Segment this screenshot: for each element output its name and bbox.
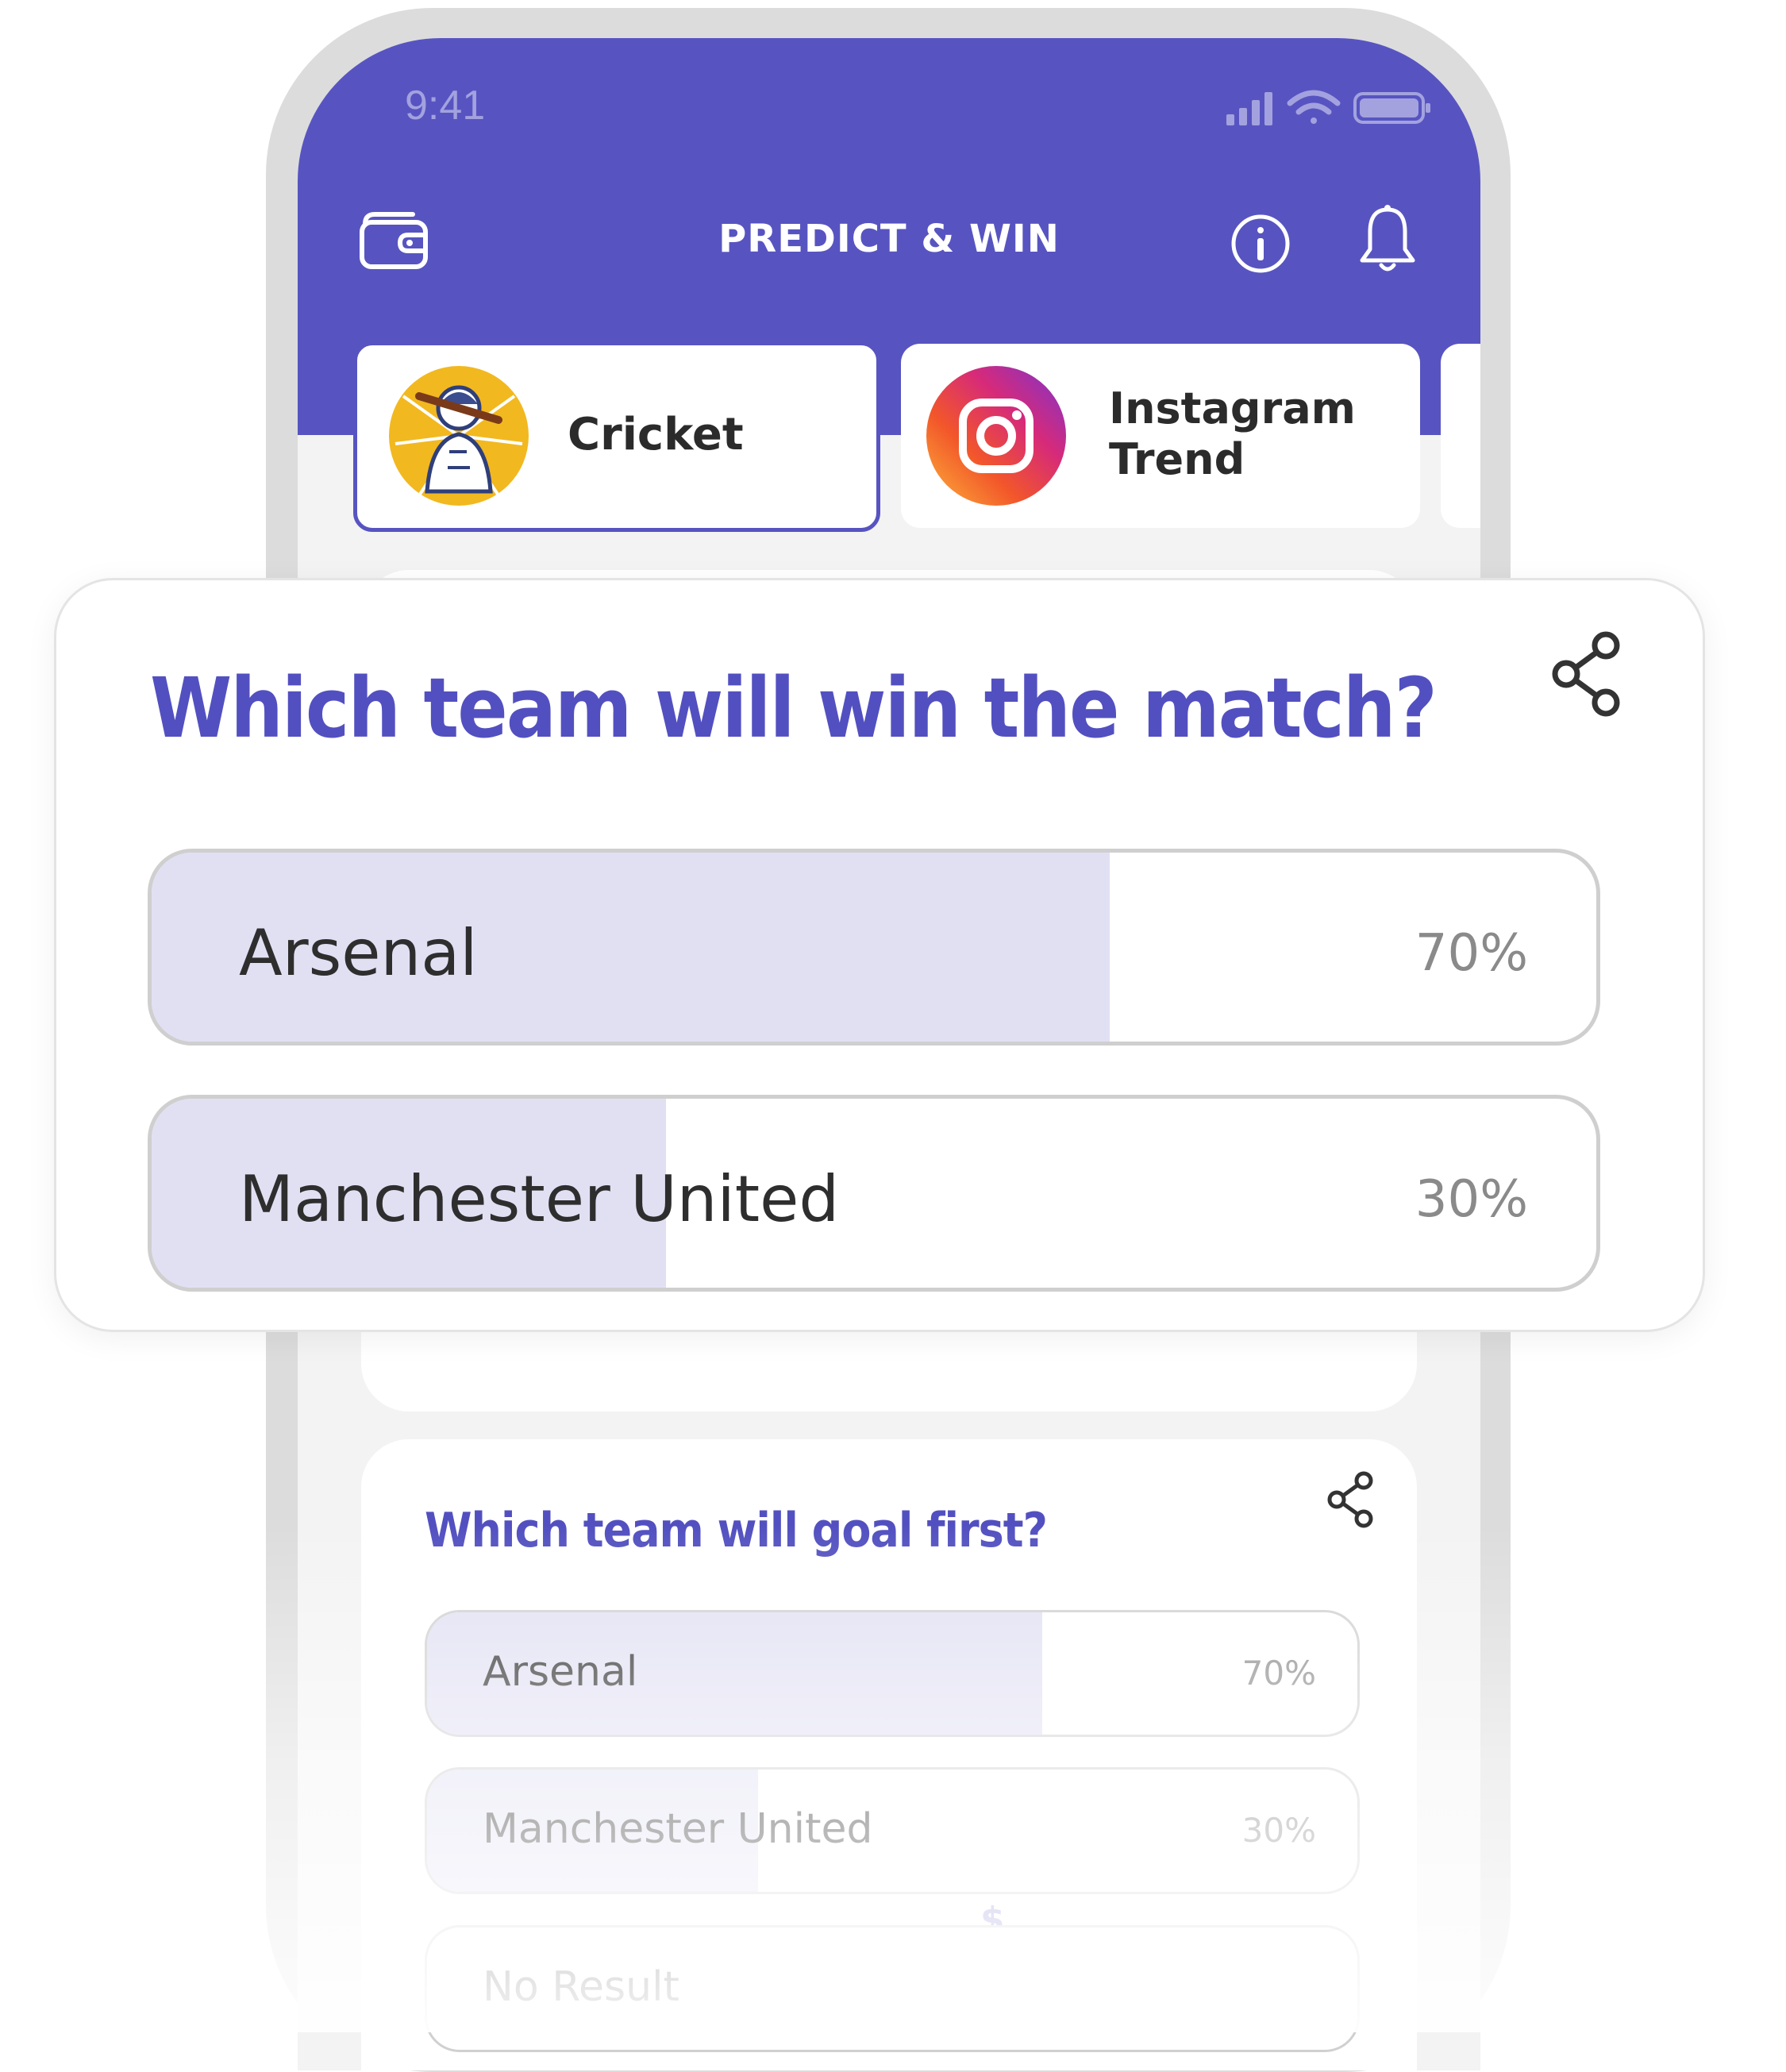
cricket-icon — [389, 366, 529, 506]
battery-icon — [1353, 92, 1430, 124]
second-poll-option[interactable]: Manchester United 30% — [425, 1767, 1360, 1894]
option-label: Arsenal — [483, 1648, 638, 1696]
option-label: No Result — [483, 1963, 679, 2011]
option-label: Manchester United — [239, 1162, 840, 1236]
share-icon[interactable] — [1326, 1471, 1376, 1528]
second-poll-option[interactable]: No Result — [425, 1925, 1360, 2052]
featured-poll-option[interactable]: Arsenal 70% — [148, 849, 1600, 1046]
option-percent: 70% — [1415, 924, 1528, 983]
second-poll-card: Which team will goal first? Arsenal 70% … — [361, 1439, 1417, 2070]
bell-icon[interactable] — [1357, 203, 1418, 276]
second-poll-question: Which team will goal first? — [425, 1503, 1048, 1558]
category-label-line2: Trend — [1109, 434, 1245, 484]
second-poll-option[interactable]: Arsenal 70% — [425, 1610, 1360, 1737]
status-icons — [1226, 90, 1430, 125]
option-percent: 70% — [1241, 1654, 1316, 1693]
instagram-icon — [926, 366, 1066, 506]
signal-icon — [1226, 92, 1272, 125]
option-percent: 30% — [1415, 1170, 1528, 1229]
option-label: Manchester United — [483, 1805, 873, 1853]
info-icon[interactable] — [1230, 213, 1291, 275]
category-cricket[interactable]: Cricket — [353, 341, 880, 532]
share-icon[interactable] — [1549, 631, 1625, 717]
status-time: 9:41 — [405, 83, 486, 129]
featured-poll-question: Which team will win the match? — [150, 660, 1438, 757]
option-percent: 30% — [1241, 1811, 1316, 1850]
wifi-icon — [1287, 90, 1341, 124]
featured-poll-card: Which team will win the match? Arsenal 7… — [54, 578, 1705, 1332]
app-title: PREDICT & WIN — [718, 217, 1060, 261]
featured-poll-option[interactable]: Manchester United 30% — [148, 1095, 1600, 1292]
category-label-line1: Instagram — [1109, 383, 1356, 433]
category-instagram-trend[interactable]: Instagram Trend — [901, 344, 1420, 528]
category-card-partial[interactable] — [1441, 344, 1480, 528]
option-label: Arsenal — [239, 916, 478, 990]
category-label: Cricket — [568, 409, 744, 460]
